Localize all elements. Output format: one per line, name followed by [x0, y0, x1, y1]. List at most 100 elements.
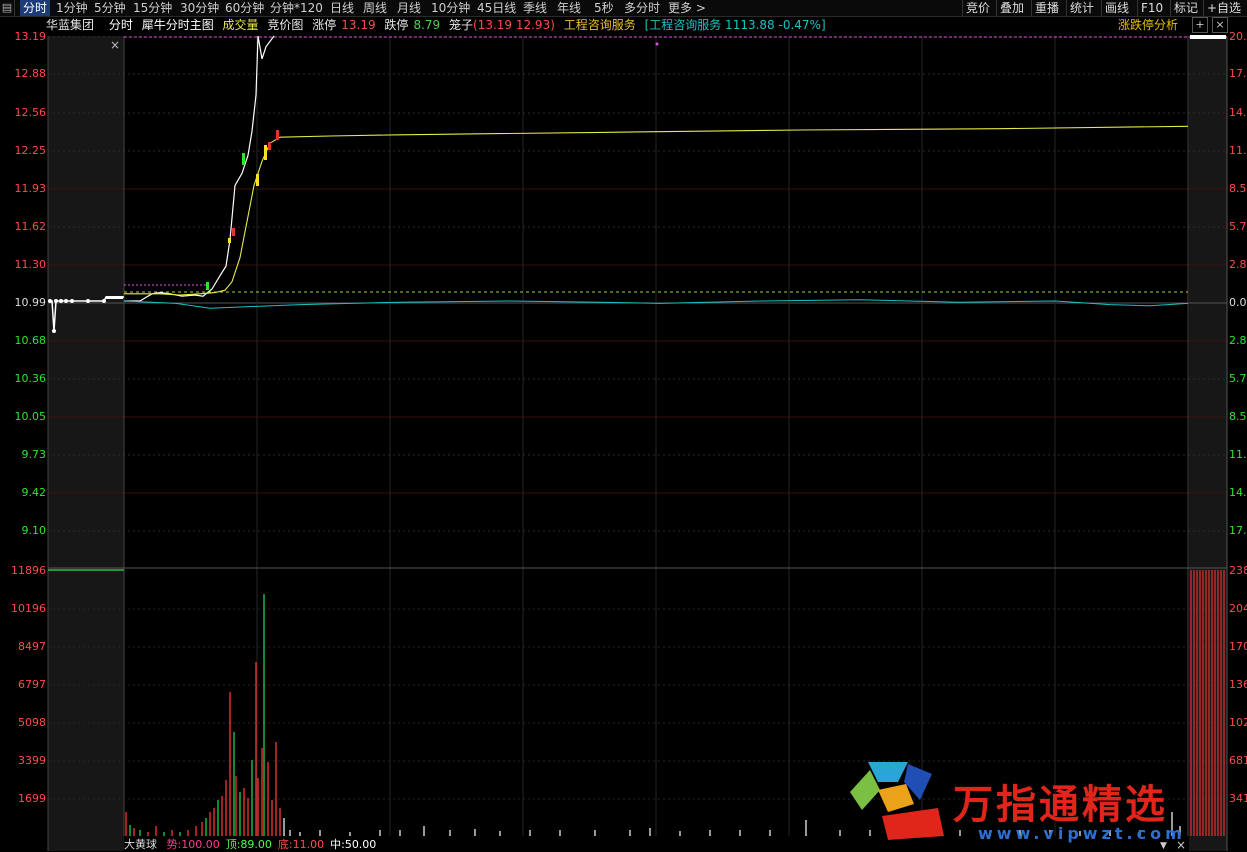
- percent-tick-label: 5.7: [1229, 220, 1247, 233]
- price-tick-label: 12.56: [14, 106, 47, 119]
- tab-period-8[interactable]: 周线: [363, 0, 387, 16]
- toolbar-button-6[interactable]: 标记: [1170, 0, 1201, 16]
- reference-lines: [124, 35, 1227, 293]
- percent-tick-label: 17.: [1229, 524, 1247, 537]
- tab-period-16[interactable]: 更多 >: [668, 0, 706, 16]
- volume-tick-label: 102: [1229, 716, 1247, 729]
- price-tick-label: 10.99: [14, 296, 47, 309]
- chart-grid: [47, 36, 1228, 851]
- volume-tick-label: 11896: [11, 564, 46, 577]
- indicator-value-0: 势:100.00: [166, 838, 220, 851]
- percent-tick-label: 14.: [1229, 486, 1247, 499]
- percent-tick-label: 8.5: [1229, 410, 1247, 423]
- indicator-value-2: 底:11.00: [277, 838, 325, 851]
- volume-tick-label: 170: [1229, 640, 1247, 653]
- price-tick-label: 12.88: [14, 67, 47, 80]
- percent-tick-label: 8.5: [1229, 182, 1247, 195]
- tab-period-10[interactable]: 10分钟: [431, 0, 470, 16]
- price-tick-label: 9.73: [21, 448, 47, 461]
- auction-label[interactable]: 竞价图: [267, 18, 303, 32]
- pre-market-dot: [86, 299, 90, 303]
- volume-tick-label: 3399: [18, 754, 46, 767]
- cage-label: 笼子: [448, 18, 473, 32]
- signal-marker: [256, 174, 259, 186]
- pre-market-dot: [52, 329, 56, 333]
- remove-icon[interactable]: ×: [1212, 17, 1228, 33]
- tab-period-12[interactable]: 季线: [523, 0, 547, 16]
- tab-period-6[interactable]: 分钟*120: [270, 0, 323, 16]
- toolbar-button-4[interactable]: 画线: [1101, 0, 1132, 16]
- volume-tick-label: 10196: [11, 602, 46, 615]
- toolbar-button-3[interactable]: 统计: [1066, 0, 1097, 16]
- sector-index[interactable]: [工程咨询服务 1113.88 -0.47%]: [645, 18, 826, 32]
- indicator-name[interactable]: 大黄球: [124, 838, 157, 851]
- price-layer: [48, 35, 1189, 333]
- volume-tick-label: 6797: [18, 678, 46, 691]
- tab-period-3[interactable]: 15分钟: [133, 0, 172, 16]
- limit-analysis-link[interactable]: 涨跌停分析: [1118, 17, 1178, 33]
- percent-tick-label: 11.: [1229, 144, 1247, 157]
- tab-period-11[interactable]: 45日线: [477, 0, 516, 16]
- view-name[interactable]: 分时: [109, 18, 133, 32]
- price-tick-label: 10.05: [14, 410, 47, 423]
- tab-period-7[interactable]: 日线: [330, 0, 354, 16]
- limit-down-label: 跌停: [384, 18, 409, 32]
- volume-label[interactable]: 成交量: [223, 18, 259, 32]
- volume-tick-label: 1699: [18, 792, 46, 805]
- tab-period-14[interactable]: 5秒: [594, 0, 614, 16]
- tab-period-4[interactable]: 30分钟: [180, 0, 219, 16]
- price-tick-label: 9.10: [21, 524, 47, 537]
- tab-period-5[interactable]: 60分钟: [225, 0, 264, 16]
- sector-name[interactable]: 工程咨询服务: [564, 18, 636, 32]
- tab-period-1[interactable]: 1分钟: [56, 0, 88, 16]
- limit-marker: [655, 42, 659, 46]
- pre-market-bar: [106, 296, 123, 299]
- signal-marker: [242, 153, 245, 165]
- watermark-logo: [850, 762, 944, 840]
- percent-tick-label: 17.: [1229, 67, 1247, 80]
- menu-icon[interactable]: ▤: [0, 0, 15, 16]
- price-tick-label: 13.19: [14, 30, 47, 43]
- toolbar-button-5[interactable]: F10: [1137, 0, 1166, 16]
- percent-tick-label: 5.7: [1229, 372, 1247, 385]
- pre-market-dot: [59, 299, 63, 303]
- volume-tick-label: 238: [1229, 564, 1247, 577]
- tab-period-13[interactable]: 年线: [557, 0, 581, 16]
- percent-tick-label: 0.0: [1229, 296, 1247, 309]
- toolbar-button-0[interactable]: 竞价: [962, 0, 993, 16]
- percent-tick-label: 11.: [1229, 448, 1247, 461]
- percent-tick-label: 2.8: [1229, 258, 1247, 271]
- toolbar-button-7[interactable]: +自选: [1203, 0, 1244, 16]
- volume-tick-label: 5098: [18, 716, 46, 729]
- limit-down-value: 8.79: [413, 18, 441, 32]
- stock-name[interactable]: 华蓝集团: [46, 18, 94, 32]
- indicator-name[interactable]: 犀牛分时主图: [142, 18, 214, 32]
- signal-marker: [276, 130, 279, 140]
- limit-up-value: 13.19: [341, 18, 376, 32]
- chart-info-bar: 华蓝集团 分时 犀牛分时主图 成交量 竞价图 涨停 13.19 跌停 8.79 笼子…: [46, 17, 831, 33]
- tab-period-15[interactable]: 多分时: [624, 0, 660, 16]
- intraday-chart[interactable]: [0, 0, 1247, 851]
- indicator-value-1: 顶:89.00: [225, 838, 272, 851]
- price-tick-label: 11.30: [14, 258, 47, 271]
- tab-timeshare[interactable]: 分时: [20, 0, 51, 16]
- indicator-legend: 大黄球 势:100.00 顶:89.00 底:11.00 中:50.00: [124, 838, 382, 852]
- pre-market-dot: [54, 299, 58, 303]
- price-tick-label: 10.68: [14, 334, 47, 347]
- pre-market-dot: [64, 299, 68, 303]
- signal-marker: [264, 145, 267, 160]
- watermark-text: 万指通精选: [953, 782, 1168, 828]
- pre-market-dot: [102, 299, 106, 303]
- cage-value: (13.19 12.93): [473, 18, 555, 32]
- signal-marker: [268, 142, 271, 150]
- toolbar-button-1[interactable]: 叠加: [996, 0, 1027, 16]
- tab-period-2[interactable]: 5分钟: [94, 0, 126, 16]
- close-icon[interactable]: ×: [110, 38, 120, 52]
- pre-market-dot: [48, 299, 52, 303]
- volume-tick-label: 8497: [18, 640, 46, 653]
- tab-period-9[interactable]: 月线: [397, 0, 421, 16]
- chart-background: [0, 36, 1227, 851]
- volume-tick-label: 204: [1229, 602, 1247, 615]
- toolbar-button-2[interactable]: 重播: [1031, 0, 1062, 16]
- add-icon[interactable]: +: [1192, 17, 1208, 33]
